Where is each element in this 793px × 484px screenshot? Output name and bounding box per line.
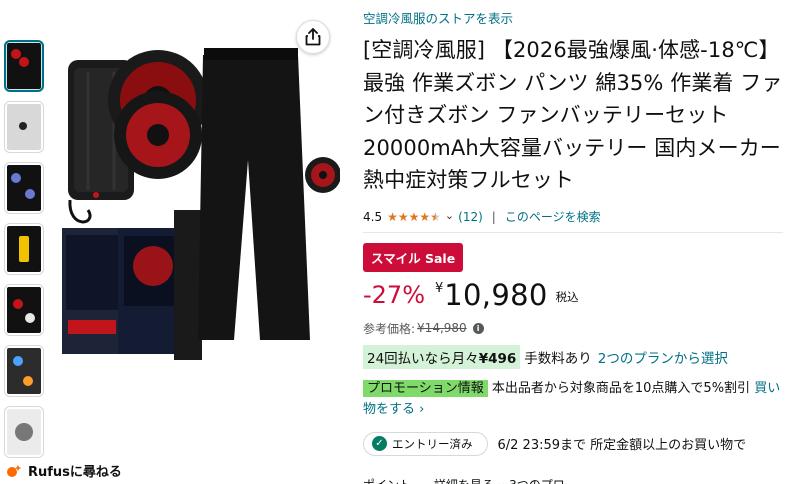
star-icon: ★	[387, 209, 398, 224]
sale-badge: スマイル Sale	[363, 242, 464, 272]
entry-row: ✓ エントリー済み 6/2 23:59まで 所定金額以上のお買い物で	[363, 431, 783, 456]
price-amount: 10,980	[444, 277, 548, 312]
star-icon: ★	[408, 209, 420, 224]
discount-percent: -27%	[363, 280, 426, 309]
thumbnail-4[interactable]	[4, 223, 44, 275]
thumbnail-3[interactable]	[4, 162, 44, 214]
rufus-label: Rufusに尋ねる	[28, 465, 122, 480]
reference-price-label: 参考価格:	[363, 321, 416, 336]
installment-plans-link[interactable]: 2つのプランから選択	[598, 347, 728, 367]
product-title: [空調冷風服] 【2026最強爆風·体感-18℃】 最強 作業ズボン パンツ 綿…	[363, 38, 783, 192]
installment-highlight: 24回払いなら月々¥496	[363, 344, 521, 369]
check-icon: ✓	[372, 436, 387, 451]
entry-status-pill[interactable]: ✓ エントリー済み	[363, 431, 488, 456]
promotion-text: 本出品者から対象商品を10点購入で5%割引	[491, 380, 751, 396]
entry-description: 6/2 23:59まで 所定金額以上のお買い物で	[497, 438, 747, 453]
rufus-button[interactable]: Rufusに尋ねる	[6, 461, 122, 480]
product-illustration	[62, 48, 341, 360]
share-icon	[305, 28, 321, 46]
rufus-icon	[7, 464, 21, 477]
thumbnail-video[interactable]	[4, 406, 44, 458]
separator: |	[491, 209, 496, 224]
promotion-row: プロモーション情報 本出品者から対象商品を10点購入で5%割引 買い物をする ›	[363, 378, 783, 420]
cutoff-text: ポイント..... 詳細を見る ·· 3つのプロ	[363, 476, 783, 484]
installment-fee: 手数料あり	[524, 350, 592, 367]
store-link[interactable]: 空調冷風服のストアを表示	[363, 10, 513, 28]
thumbnail-1[interactable]	[4, 40, 44, 92]
thumbnail-2[interactable]	[4, 101, 44, 153]
thumbnail-list	[4, 40, 46, 467]
rating-value: 4.5	[363, 209, 383, 224]
chevron-down-icon[interactable]: ⌄	[445, 209, 454, 222]
main-product-image[interactable]	[48, 10, 341, 390]
promotion-label: プロモーション情報	[363, 379, 488, 397]
tax-label: 税込	[555, 289, 579, 304]
thumbnail-5[interactable]	[4, 284, 44, 336]
half-star-icon: ★	[430, 209, 441, 224]
divider	[363, 231, 783, 233]
reference-price-row: 参考価格: ¥14,980 i	[363, 320, 783, 337]
currency-symbol: ¥	[435, 280, 444, 296]
star-icon: ★	[419, 209, 431, 224]
thumbnail-6[interactable]	[4, 345, 44, 397]
installment-row: 24回払いなら月々¥496 手数料あり 2つのプランから選択	[363, 344, 783, 369]
info-icon[interactable]: i	[472, 322, 484, 334]
star-rating[interactable]: ★ ★ ★ ★ ★	[387, 211, 441, 223]
entry-status-label: エントリー済み	[392, 436, 473, 451]
search-page-link[interactable]: このページを検索	[505, 208, 601, 225]
product-info: 空調冷風服のストアを表示 [空調冷風服] 【2026最強爆風·体感-18℃】 最…	[363, 8, 783, 456]
review-count-link[interactable]: (12)	[458, 210, 483, 224]
installment-prefix: 24回払いなら月々	[367, 350, 479, 367]
price-row: -27% ¥ 10,980 税込	[363, 278, 783, 314]
reference-price: ¥14,980	[417, 321, 467, 335]
rating-row: 4.5 ★ ★ ★ ★ ★ ⌄ (12) | このページを検索	[363, 209, 783, 225]
installment-amount: ¥496	[478, 350, 517, 367]
star-icon: ★	[397, 209, 409, 224]
share-button[interactable]	[296, 20, 330, 54]
